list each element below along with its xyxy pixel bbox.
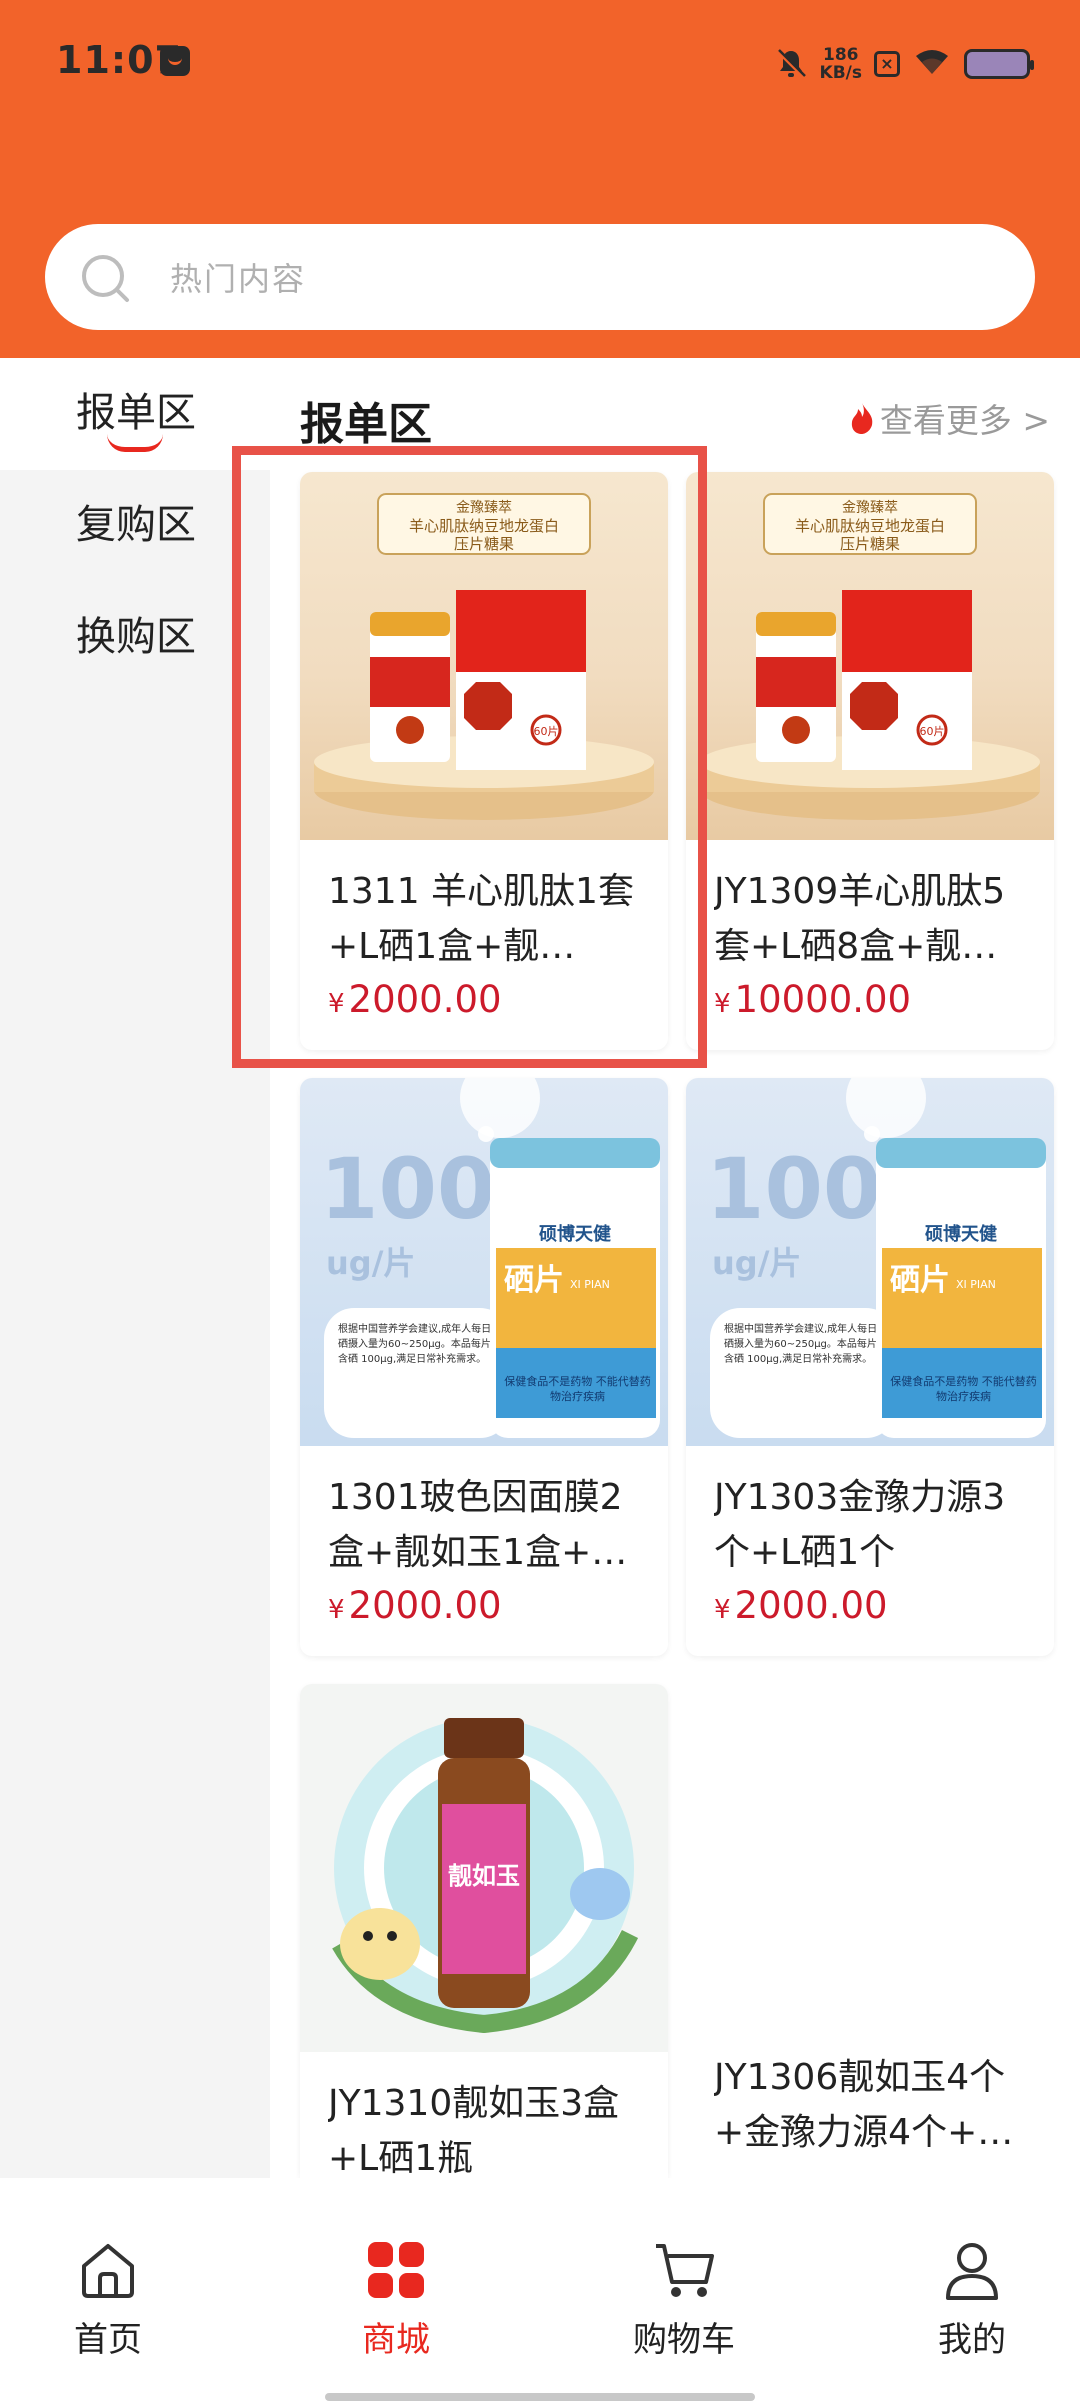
product-image: 100 ug/片 根据中国营养学会建议,成年人每日硒摄入量为60~250μg。本… [300,1078,668,1446]
bottom-navigation: 首页 商城 购物车 我的 [0,2178,1080,2408]
section-title: 报单区 [300,399,432,450]
svg-text:ug/片: ug/片 [326,1244,415,1282]
search-placeholder[interactable]: 热门内容 [170,254,306,300]
svg-text:60片: 60片 [920,725,945,738]
svg-text:XI PIAN: XI PIAN [570,1278,610,1291]
product-title: JY1310靓如玉3盒+L硒1瓶 [328,2083,620,2178]
nav-cart[interactable]: 购物车 [584,2238,784,2361]
wifi-icon [912,46,952,82]
nav-mall[interactable]: 商城 [296,2238,496,2361]
battery-icon [964,49,1034,79]
nav-label: 首页 [74,2320,142,2360]
no-sim-icon: × [874,51,900,77]
svg-text:靓如玉: 靓如玉 [448,1862,520,1890]
home-icon [82,2244,134,2298]
sidebar-item-label: 复购区 [76,502,196,548]
view-more-label: 查看更多 > [879,401,1050,440]
search-bar[interactable]: 热门内容 [45,224,1035,330]
svg-text:ug/片: ug/片 [712,1244,801,1282]
nav-label: 我的 [938,2320,1006,2360]
svg-text:硒片: 硒片 [504,1263,564,1298]
svg-text:硒片: 硒片 [890,1263,950,1298]
sidebar-item-label: 换购区 [76,614,196,660]
message-notification-icon [160,46,190,76]
nav-label: 商城 [362,2320,430,2360]
sidebar-item-huangou[interactable]: 换购区 [0,582,270,694]
product-price: ¥10000.00 [714,978,912,1021]
nav-label: 购物车 [633,2320,735,2360]
person-icon [946,2243,998,2300]
product-price: ¥2000.00 [714,1584,888,1627]
product-title: JY1309羊心肌肽5套+L硒8盒+靓… [714,871,1006,967]
status-icons: 186 KB/s × [774,38,1034,90]
nav-profile[interactable]: 我的 [872,2238,1072,2361]
svg-text:XI PIAN: XI PIAN [956,1278,996,1291]
product-image: 靓如玉 [300,1684,668,2052]
product-title: JY1303金豫力源3个+L硒1个 [714,1477,1006,1573]
home-indicator [325,2393,755,2401]
fire-icon [851,403,873,434]
svg-text:压片糖果: 压片糖果 [840,535,900,553]
product-image: 金豫臻萃 羊心肌肽纳豆地龙蛋白 压片糖果 60片 [686,472,1054,840]
svg-text:硕博天健: 硕博天健 [925,1223,997,1245]
product-card[interactable]: 100 ug/片 根据中国营养学会建议,成年人每日硒摄入量为60~250μg。本… [300,1078,668,1656]
product-card[interactable]: 100 ug/片 根据中国营养学会建议,成年人每日硒摄入量为60~250μg。本… [686,1078,1054,1656]
network-speed: 186 KB/s [819,45,862,83]
product-card[interactable]: 靓如玉 JY1310靓如玉3盒+L硒1瓶 [300,1684,668,2178]
active-indicator [107,434,163,452]
product-image: 100 ug/片 根据中国营养学会建议,成年人每日硒摄入量为60~250μg。本… [686,1078,1054,1446]
search-icon [79,252,131,304]
view-more-link[interactable]: 查看更多 > [848,394,1050,442]
product-price: ¥2000.00 [328,1584,502,1627]
nav-home[interactable]: 首页 [8,2238,208,2361]
cart-icon [656,2244,714,2297]
product-card[interactable]: JY1306靓如玉4个+金豫力源4个+… [686,2050,1054,2178]
svg-text:100: 100 [706,1140,881,1238]
status-bar: 11:07 186 KB/s × [0,0,1080,130]
grid-icon [368,2242,424,2298]
bell-off-icon [774,47,808,81]
svg-text:金豫臻萃: 金豫臻萃 [842,500,898,516]
product-title: 1301玻色因面膜2盒+靓如玉1盒+… [328,1477,628,1573]
header: 11:07 186 KB/s × 热门内容 [0,0,1080,358]
svg-text:100: 100 [320,1140,495,1238]
category-sidebar: 报单区 复购区 换购区 [0,358,270,2178]
product-title: JY1306靓如玉4个+金豫力源4个+… [714,2057,1014,2153]
product-card[interactable]: 金豫臻萃 羊心肌肽纳豆地龙蛋白 压片糖果 60片 JY1309羊心肌肽5套+L硒… [686,472,1054,1050]
svg-text:羊心肌肽纳豆地龙蛋白: 羊心肌肽纳豆地龙蛋白 [795,517,945,535]
sidebar-item-label: 报单区 [76,390,196,436]
svg-text:硕博天健: 硕博天健 [539,1223,611,1245]
sidebar-item-baodan[interactable]: 报单区 [0,358,270,470]
selection-highlight [232,446,707,1068]
sidebar-item-fugou[interactable]: 复购区 [0,470,270,582]
